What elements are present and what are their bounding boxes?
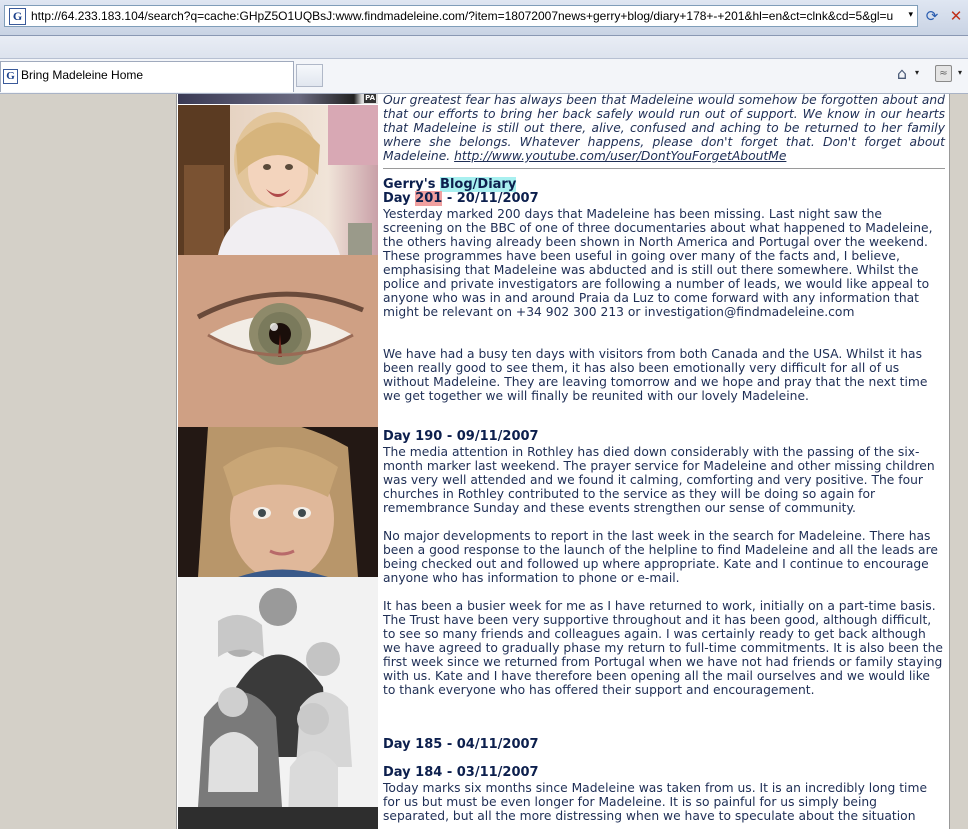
tab-strip: G Bring Madeleine Home ⌂ ▾ ≈ ▾ xyxy=(0,59,968,94)
content-frame: PA Our greatest fear has always been tha… xyxy=(176,94,950,829)
day-date: - 20/11/2007 xyxy=(446,191,539,206)
photo-column: PA xyxy=(178,94,378,829)
entry-day-201-heading: Day 201 - 20/11/2007 xyxy=(383,191,539,206)
entry-day-190-para-1: The media attention in Rothley has died … xyxy=(383,445,935,515)
address-dropdown-icon[interactable]: ▾ xyxy=(908,10,913,20)
photo-family-portrait xyxy=(178,577,378,829)
feeds-icon[interactable]: ≈ xyxy=(935,65,952,82)
youtube-link[interactable]: http://www.youtube.com/user/DontYouForge… xyxy=(454,149,786,163)
blog-heading-highlight: Blog/Diary xyxy=(440,177,517,192)
stop-icon[interactable]: ✕ xyxy=(946,6,966,26)
address-bar: G http://64.233.183.104/search?q=cache:G… xyxy=(0,0,968,36)
photo-strip: PA xyxy=(178,94,378,104)
new-tab-button[interactable] xyxy=(296,64,323,87)
day-number: 201 xyxy=(415,191,443,206)
google-favicon-icon: G xyxy=(9,8,26,25)
day-label: Day xyxy=(383,191,411,206)
entry-day-190-heading: Day 190 - 09/11/2007 xyxy=(383,429,539,444)
address-field[interactable]: G http://64.233.183.104/search?q=cache:G… xyxy=(4,5,918,27)
toolbar xyxy=(0,36,968,59)
entry-day-201-para-2: We have had a busy ten days with visitor… xyxy=(383,347,928,403)
entry-day-184-heading: Day 184 - 03/11/2007 xyxy=(383,765,539,780)
entry-day-190-para-2: No major developments to report in the l… xyxy=(383,529,938,585)
address-url[interactable]: http://64.233.183.104/search?q=cache:GHp… xyxy=(31,9,897,23)
tab-title: Bring Madeleine Home xyxy=(21,68,144,82)
photo-eye-closeup xyxy=(178,255,378,427)
entry-day-185-heading: Day 185 - 04/11/2007 xyxy=(383,737,539,752)
entry-day-201-para-1: Yesterday marked 200 days that Madeleine… xyxy=(383,207,933,319)
home-dropdown-icon[interactable]: ▾ xyxy=(915,68,919,77)
google-favicon-icon: G xyxy=(3,69,18,84)
divider xyxy=(383,168,945,169)
entry-day-190-para-3: It has been a busier week for me as I ha… xyxy=(383,599,943,697)
tab-bring-madeleine-home[interactable]: G Bring Madeleine Home xyxy=(0,61,294,92)
home-icon[interactable]: ⌂ xyxy=(892,64,912,84)
page-viewport: PA Our greatest fear has always been tha… xyxy=(0,94,968,829)
feeds-dropdown-icon[interactable]: ▾ xyxy=(958,68,962,77)
blog-heading: Gerry's Blog/Diary xyxy=(383,177,517,192)
intro-text: Our greatest fear has always been that M… xyxy=(383,94,945,163)
pa-label: PA xyxy=(364,94,376,103)
refresh-icon[interactable]: ⟳ xyxy=(922,6,942,26)
entry-day-184-para-1: Today marks six months since Madeleine w… xyxy=(383,781,928,823)
blog-heading-prefix: Gerry's xyxy=(383,177,436,192)
photo-madeleine-face xyxy=(178,427,378,577)
photo-madeleine-smiling xyxy=(178,105,378,255)
